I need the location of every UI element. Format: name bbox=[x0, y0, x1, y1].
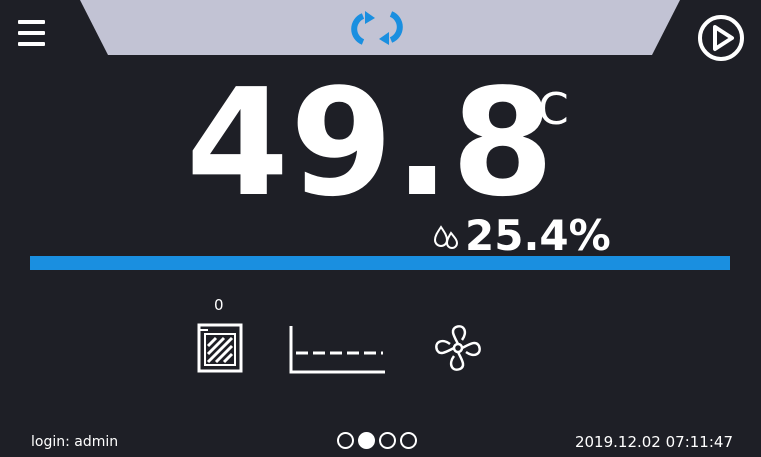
login-status: login: admin bbox=[31, 434, 119, 450]
date-time: 2019.12.02 07:11:47 bbox=[574, 433, 733, 451]
page-dot[interactable] bbox=[337, 432, 354, 449]
play-circle-icon[interactable] bbox=[697, 14, 745, 62]
chamber-door-icon[interactable] bbox=[196, 322, 244, 374]
page-dot-active[interactable] bbox=[358, 432, 375, 449]
hamburger-menu-icon[interactable] bbox=[18, 20, 46, 50]
temperature-value: 49.8 bbox=[186, 57, 556, 229]
temperature-unit: °C bbox=[516, 84, 569, 135]
page-dot[interactable] bbox=[379, 432, 396, 449]
progress-bar bbox=[30, 256, 730, 270]
progress-fill bbox=[30, 256, 730, 270]
water-drops-icon bbox=[432, 223, 460, 251]
program-profile-icon[interactable] bbox=[288, 324, 388, 376]
page-indicator bbox=[337, 432, 417, 450]
sync-arrows-icon[interactable] bbox=[345, 10, 409, 46]
door-open-counter: 0 bbox=[214, 296, 224, 314]
page-dot[interactable] bbox=[400, 432, 417, 449]
fan-icon[interactable] bbox=[432, 322, 484, 374]
